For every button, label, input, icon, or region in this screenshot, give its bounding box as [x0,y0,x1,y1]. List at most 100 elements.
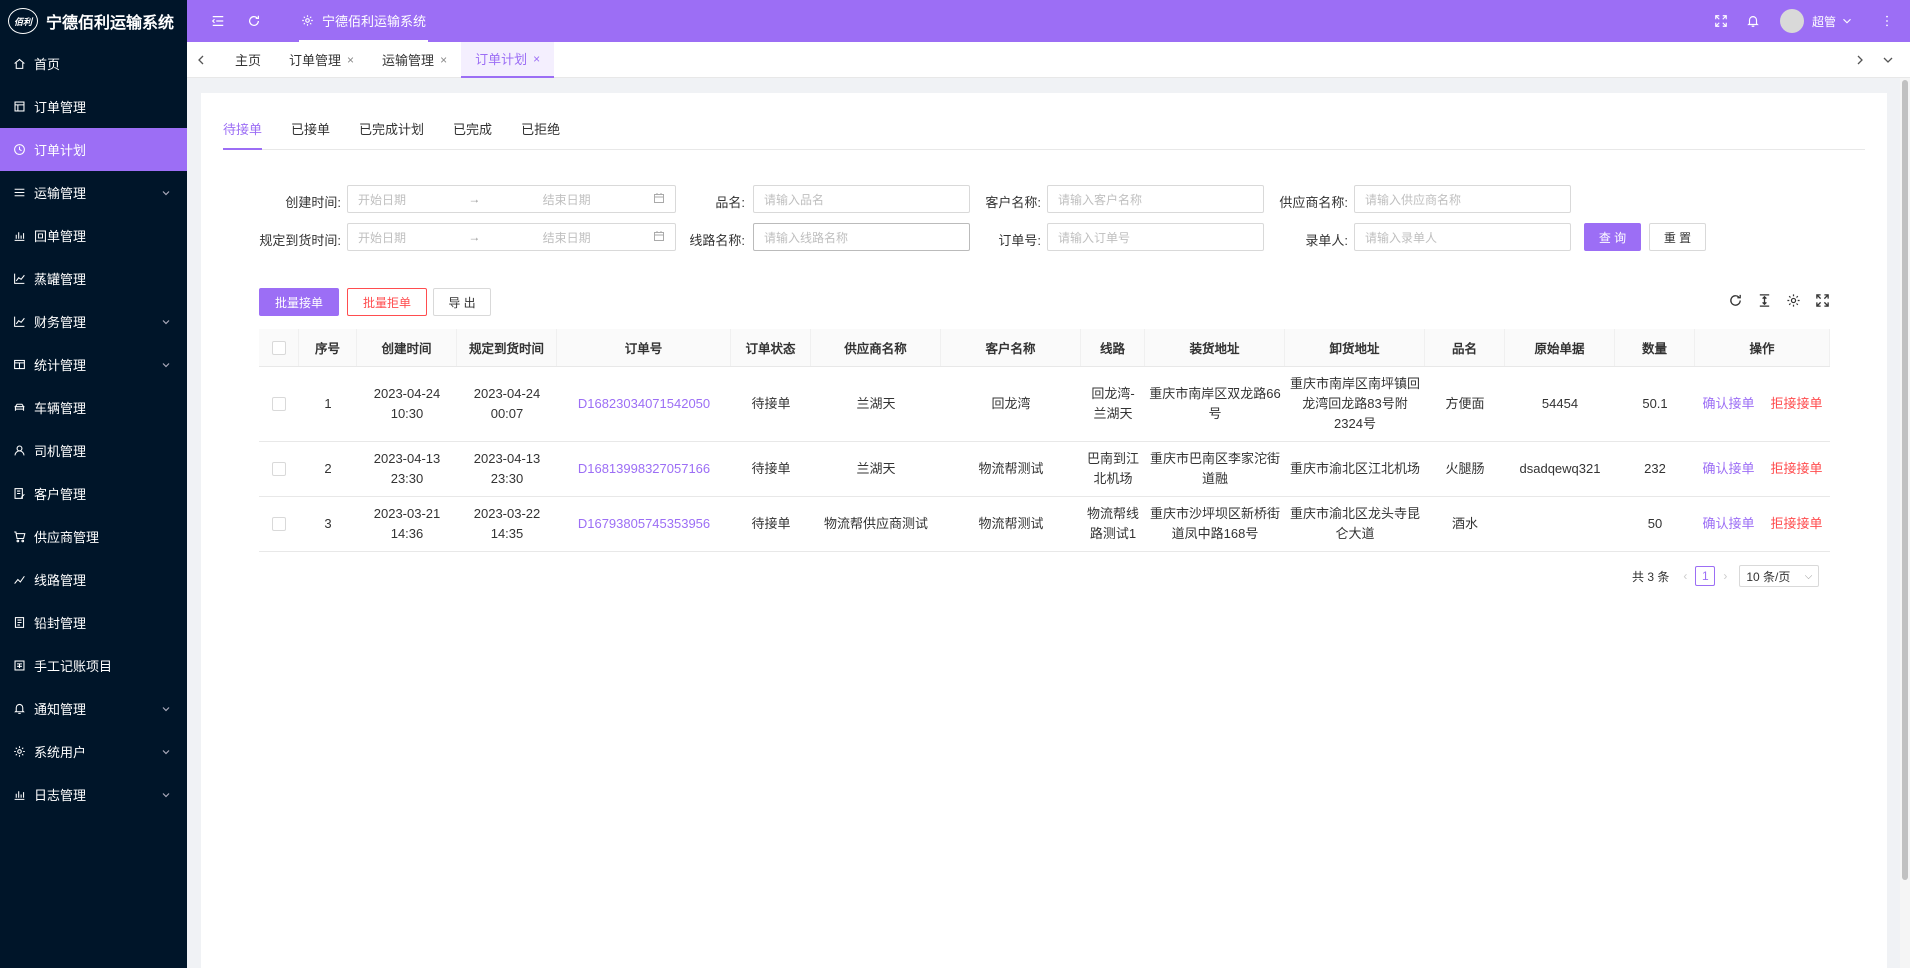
reject-accept-link[interactable]: 拒接接单 [1771,459,1823,479]
sidebar-item-16[interactable]: 系统用户 [0,730,187,773]
bar-chart-icon [12,229,26,243]
tabs-next-icon[interactable] [1846,42,1874,78]
close-icon[interactable]: × [533,52,540,66]
select-all-checkbox[interactable] [271,340,286,355]
tab-0[interactable]: 主页 [221,42,275,78]
gear-icon [12,745,26,759]
route-input[interactable]: 请输入线路名称 [753,223,970,251]
sidebar-item-7[interactable]: 统计管理 [0,343,187,386]
close-icon[interactable]: × [347,53,354,67]
supplier-input[interactable]: 请输入供应商名称 [1354,185,1571,213]
created-start-date[interactable]: 开始日期 [358,191,406,208]
sidebar-item-1[interactable]: 订单管理 [0,85,187,128]
cell-order-no[interactable]: D16793805745353956 [557,497,731,551]
confirm-accept-link[interactable]: 确认接单 [1702,459,1754,479]
reject-accept-link[interactable]: 拒接接单 [1771,514,1823,534]
tab-label: 订单计划 [475,52,528,67]
arrival-time-range[interactable]: 开始日期 → 结束日期 [347,223,676,251]
cell-order-no[interactable]: D16823034071542050 [557,367,731,441]
menu-fold-icon[interactable] [209,12,227,30]
query-button[interactable]: 查 询 [1584,223,1641,251]
refresh-icon[interactable] [245,12,263,30]
tabs-dropdown-icon[interactable] [1874,42,1902,78]
status-tab-3[interactable]: 已完成 [453,120,492,150]
sidebar-item-17[interactable]: 日志管理 [0,773,187,816]
tab-1[interactable]: 订单管理 × [275,42,368,78]
tab-2[interactable]: 运输管理 × [368,42,461,78]
edit-icon [12,487,26,501]
export-button[interactable]: 导 出 [433,288,491,316]
cell-actions: 确认接单 拒接接单 [1695,497,1830,551]
status-tab-0[interactable]: 待接单 [223,120,263,150]
cell-route: 物流帮线路测试1 [1086,506,1139,541]
arrival-time-label: 规定到货时间: [259,233,341,248]
reset-button[interactable]: 重 置 [1649,223,1706,251]
batch-accept-button[interactable]: 批量接单 [259,288,339,316]
prev-page-icon[interactable]: ‹ [1683,569,1687,583]
page-scrollbar[interactable] [1900,78,1910,968]
page-1[interactable]: 1 [1695,566,1716,586]
tab-3[interactable]: 订单计划 × [461,41,555,78]
created-end-date[interactable]: 结束日期 [543,191,591,208]
sidebar-item-14[interactable]: 手工记账项目 [0,644,187,687]
chevron-down-icon[interactable] [1838,12,1856,30]
recorder-input[interactable]: 请输入录单人 [1354,223,1571,251]
cell-unload-addr: 重庆市南岸区南坪镇回龙湾回龙路83号附2324号 [1289,376,1420,431]
confirm-accept-link[interactable]: 确认接单 [1702,514,1754,534]
sidebar-item-13[interactable]: 铅封管理 [0,601,187,644]
user-name[interactable]: 超管 [1812,13,1836,30]
arrival-start-date[interactable]: 开始日期 [358,229,406,246]
next-page-icon[interactable]: › [1723,569,1727,583]
cell-index: 3 [324,516,332,531]
sidebar-item-6[interactable]: 财务管理 [0,300,187,343]
fullscreen-icon[interactable] [1815,293,1831,309]
sidebar-item-5[interactable]: 蒸罐管理 [0,257,187,300]
page-tabs: 主页 订单管理 × 运输管理 × 订单计划 × [221,41,555,78]
close-icon[interactable]: × [440,53,447,67]
main-card: 待接单 已接单 已完成计划 已完成 已拒绝 创建时间: 开始日期 → 结束日期 品名: … [201,93,1887,968]
sidebar-item-11[interactable]: 供应商管理 [0,515,187,558]
row-checkbox[interactable] [272,517,286,531]
chevron-down-icon [161,788,171,798]
sidebar-item-8[interactable]: 车辆管理 [0,386,187,429]
tabs-prev-icon[interactable] [187,42,215,78]
range-arrow-icon: → [468,230,481,244]
more-vertical-icon[interactable] [1878,12,1896,30]
tab-label: 主页 [235,53,262,68]
row-checkbox[interactable] [272,462,286,476]
setting-icon[interactable] [1786,293,1802,309]
fullscreen-icon[interactable] [1712,12,1730,30]
row-checkbox[interactable] [272,397,286,411]
cell-customer: 物流帮测试 [978,461,1044,476]
header-app-tab[interactable]: 宁德佰利运输系统 [299,0,429,42]
confirm-accept-link[interactable]: 确认接单 [1702,394,1754,414]
sidebar-item-2[interactable]: 订单计划 [0,128,187,171]
product-input[interactable]: 请输入品名 [753,185,970,213]
sidebar-item-15[interactable]: 通知管理 [0,687,187,730]
status-tab-1[interactable]: 已接单 [291,120,330,150]
sidebar-item-4[interactable]: 回单管理 [0,214,187,257]
column-height-icon[interactable] [1757,293,1773,309]
customer-input[interactable]: 请输入客户名称 [1047,185,1264,213]
reject-accept-link[interactable]: 拒接接单 [1771,394,1823,414]
status-tab-4[interactable]: 已拒绝 [521,120,560,150]
cell-index: 2 [324,461,332,476]
batch-reject-button[interactable]: 批量拒单 [347,288,427,316]
order-no-input[interactable]: 请输入订单号 [1047,223,1264,251]
created-time-range[interactable]: 开始日期 → 结束日期 [347,185,676,213]
sidebar-menu: 首页 订单管理 订单计划 运输管理 回单管理 蒸罐管理 财务管理 统计管理 车辆管理 司机管理 客户… [0,42,187,816]
scrollbar-thumb[interactable] [1902,80,1908,880]
orders-table: 序号 创建时间 规定到货时间 订单号 订单状态 供应商名称 客户名称 线路 装货地址 卸货地址 品名… [259,329,1830,552]
bell-icon[interactable] [1744,12,1762,30]
avatar[interactable] [1779,9,1804,33]
sidebar-item-3[interactable]: 运输管理 [0,171,187,214]
arrival-end-date[interactable]: 结束日期 [543,229,591,246]
status-tab-2[interactable]: 已完成计划 [359,120,424,150]
sidebar-item-9[interactable]: 司机管理 [0,429,187,472]
cell-order-no[interactable]: D16813998327057166 [557,442,731,496]
refresh-icon[interactable] [1728,293,1744,309]
page-size-select[interactable]: 10 条/页 ⌵ [1739,565,1820,587]
sidebar-item-10[interactable]: 客户管理 [0,472,187,515]
sidebar-item-0[interactable]: 首页 [0,42,187,85]
sidebar-item-12[interactable]: 线路管理 [0,558,187,601]
